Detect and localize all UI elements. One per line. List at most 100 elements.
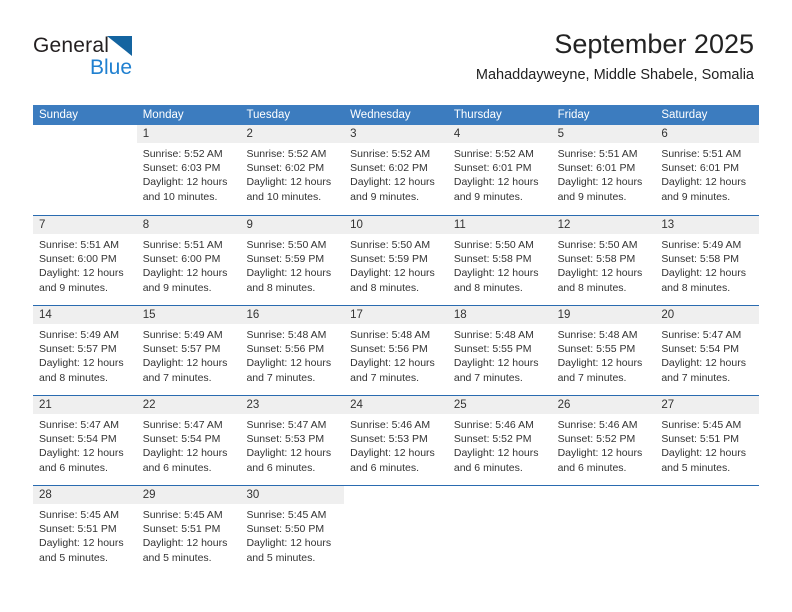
calendar-day-cell[interactable]: 15 Sunrise: 5:49 AM Sunset: 5:57 PM Dayligh… [136, 306, 241, 395]
calendar-day-cell[interactable]: 16 Sunrise: 5:48 AM Sunset: 5:56 PM Dayligh… [240, 306, 345, 395]
sunrise-text: Sunrise: 5:48 AM [246, 329, 327, 341]
calendar-week-row: 21 Sunrise: 5:47 AM Sunset: 5:54 PM Dayligh… [33, 395, 760, 485]
daylight-text: Daylight: 12 hours and 8 minutes. [661, 267, 746, 294]
calendar-day-cell[interactable]: 21 Sunrise: 5:47 AM Sunset: 5:54 PM Dayligh… [33, 396, 137, 485]
sunset-text: Sunset: 5:53 PM [246, 433, 325, 446]
calendar-day-cell[interactable]: 30 Sunrise: 5:45 AM Sunset: 5:50 PM Dayligh… [240, 486, 345, 575]
daylight-text: Daylight: 12 hours and 7 minutes. [350, 357, 435, 384]
daylight-text: Daylight: 12 hours and 6 minutes. [350, 447, 435, 474]
day-number: 2 [240, 125, 345, 143]
day-details: Sunrise: 5:48 AM Sunset: 5:56 PM Daylight:… [240, 324, 344, 385]
sunset-text: Sunset: 5:52 PM [453, 433, 532, 446]
sunset-text: Sunset: 5:57 PM [142, 343, 221, 356]
calendar-day-cell[interactable]: 22 Sunrise: 5:47 AM Sunset: 5:54 PM Dayligh… [136, 396, 241, 485]
weekday-header-saturday: Saturday [661, 109, 708, 121]
calendar-day-cell[interactable]: 9 Sunrise: 5:50 AM Sunset: 5:59 PM Daylight… [240, 216, 345, 305]
day-number: 8 [136, 216, 241, 234]
sunrise-text: Sunrise: 5:47 AM [246, 419, 327, 431]
sunset-text: Sunset: 5:55 PM [557, 343, 636, 356]
day-number: 5 [551, 125, 656, 143]
daylight-text: Daylight: 12 hours and 8 minutes. [39, 357, 124, 384]
weekday-header-friday: Friday [557, 109, 590, 121]
daylight-text: Daylight: 12 hours and 7 minutes. [557, 357, 643, 384]
calendar-day-cell[interactable]: 25 Sunrise: 5:46 AM Sunset: 5:52 PM Dayligh… [447, 396, 552, 485]
sunrise-text: Sunrise: 5:50 AM [453, 239, 534, 251]
brand-logo[interactable]: General Blue [33, 34, 213, 80]
sunrise-text: Sunrise: 5:50 AM [557, 239, 638, 251]
calendar-day-cell[interactable]: 8 Sunrise: 5:51 AM Sunset: 6:00 PM Daylight… [136, 216, 241, 305]
triangle-logo-icon [107, 36, 132, 56]
day-details: Sunrise: 5:49 AM Sunset: 5:57 PM Daylight:… [137, 324, 241, 385]
calendar-day-cell[interactable]: 26 Sunrise: 5:46 AM Sunset: 5:52 PM Dayligh… [551, 396, 656, 485]
sunset-text: Sunset: 6:01 PM [453, 162, 532, 175]
day-details: Sunrise: 5:46 AM Sunset: 5:52 PM Daylight:… [552, 414, 656, 475]
calendar-day-cell[interactable]: 18 Sunrise: 5:48 AM Sunset: 5:55 PM Dayligh… [447, 306, 552, 395]
calendar-day-cell[interactable]: 11 Sunrise: 5:50 AM Sunset: 5:58 PM Dayligh… [447, 216, 552, 305]
calendar-day-cell[interactable]: 7 Sunrise: 5:51 AM Sunset: 6:00 PM Daylight… [33, 216, 137, 305]
day-details: Sunrise: 5:48 AM Sunset: 5:55 PM Daylight:… [448, 324, 552, 385]
calendar-day-cell[interactable]: 29 Sunrise: 5:45 AM Sunset: 5:51 PM Dayligh… [136, 486, 241, 575]
day-details: Sunrise: 5:46 AM Sunset: 5:53 PM Daylight:… [344, 414, 448, 475]
calendar-day-cell[interactable]: 2 Sunrise: 5:52 AM Sunset: 6:02 PM Daylight… [240, 125, 345, 215]
calendar-week-row: 28 Sunrise: 5:45 AM Sunset: 5:51 PM Dayligh… [33, 485, 760, 575]
daylight-text: Daylight: 12 hours and 7 minutes. [453, 357, 539, 384]
weekday-header-wednesday: Wednesday [350, 109, 411, 121]
calendar-day-cell[interactable]: 13 Sunrise: 5:49 AM Sunset: 5:58 PM Dayligh… [655, 216, 760, 305]
calendar-day-cell[interactable]: 1 Sunrise: 5:52 AM Sunset: 6:03 PM Daylight… [136, 125, 241, 215]
day-number: 24 [344, 396, 448, 414]
calendar-day-cell[interactable]: 14 Sunrise: 5:49 AM Sunset: 5:57 PM Dayligh… [33, 306, 137, 395]
calendar-day-cell[interactable]: 10 Sunrise: 5:50 AM Sunset: 5:59 PM Dayligh… [344, 216, 448, 305]
day-number: 11 [447, 216, 552, 234]
calendar-day-cell[interactable]: 19 Sunrise: 5:48 AM Sunset: 5:55 PM Dayligh… [551, 306, 656, 395]
sunrise-text: Sunrise: 5:51 AM [557, 148, 638, 160]
sunrise-text: Sunrise: 5:51 AM [39, 239, 119, 251]
daylight-text: Daylight: 12 hours and 10 minutes. [142, 176, 228, 203]
sunset-text: Sunset: 5:59 PM [350, 253, 428, 266]
day-number: 18 [447, 306, 552, 324]
sunrise-text: Sunrise: 5:47 AM [142, 419, 223, 431]
sunrise-text: Sunrise: 5:45 AM [246, 509, 327, 521]
location-subtitle: Mahaddayweyne, Middle Shabele, Somalia [475, 67, 754, 83]
sunrise-text: Sunrise: 5:45 AM [142, 509, 223, 521]
calendar-day-cell[interactable]: 5 Sunrise: 5:51 AM Sunset: 6:01 PM Daylight… [551, 125, 656, 215]
sunrise-text: Sunrise: 5:49 AM [142, 329, 223, 341]
day-number: 20 [655, 306, 760, 324]
day-number [33, 125, 137, 143]
daylight-text: Daylight: 12 hours and 7 minutes. [661, 357, 746, 384]
calendar-day-cell[interactable]: 28 Sunrise: 5:45 AM Sunset: 5:51 PM Dayligh… [33, 486, 137, 575]
calendar-day-cell[interactable]: 20 Sunrise: 5:47 AM Sunset: 5:54 PM Dayligh… [655, 306, 760, 395]
calendar-day-cell[interactable]: 23 Sunrise: 5:47 AM Sunset: 5:53 PM Dayligh… [240, 396, 345, 485]
daylight-text: Daylight: 12 hours and 7 minutes. [142, 357, 228, 384]
calendar-day-cell[interactable]: 27 Sunrise: 5:45 AM Sunset: 5:51 PM Dayligh… [655, 396, 760, 485]
day-details: Sunrise: 5:47 AM Sunset: 5:54 PM Daylight:… [655, 324, 759, 385]
day-number: 22 [136, 396, 241, 414]
weekday-header-sunday: Sunday [39, 109, 79, 121]
day-details: Sunrise: 5:50 AM Sunset: 5:59 PM Daylight:… [344, 234, 448, 295]
calendar-day-cell[interactable]: 17 Sunrise: 5:48 AM Sunset: 5:56 PM Dayligh… [344, 306, 448, 395]
daylight-text: Daylight: 12 hours and 5 minutes. [246, 537, 332, 564]
calendar-day-cell[interactable]: 12 Sunrise: 5:50 AM Sunset: 5:58 PM Dayligh… [551, 216, 656, 305]
sunset-text: Sunset: 6:02 PM [350, 162, 428, 175]
sunrise-text: Sunrise: 5:51 AM [661, 148, 742, 160]
sunrise-text: Sunrise: 5:48 AM [453, 329, 534, 341]
calendar-day-cell[interactable]: 4 Sunrise: 5:52 AM Sunset: 6:01 PM Daylight… [447, 125, 552, 215]
calendar-week-row: 7 Sunrise: 5:51 AM Sunset: 6:00 PM Daylight… [33, 215, 760, 305]
sunrise-text: Sunrise: 5:47 AM [661, 329, 742, 341]
day-details: Sunrise: 5:45 AM Sunset: 5:51 PM Daylight:… [33, 504, 137, 565]
day-details: Sunrise: 5:48 AM Sunset: 5:55 PM Daylight:… [552, 324, 656, 385]
sunset-text: Sunset: 5:57 PM [39, 343, 117, 356]
calendar-day-cell[interactable]: 6 Sunrise: 5:51 AM Sunset: 6:01 PM Daylight… [655, 125, 760, 215]
sunrise-text: Sunrise: 5:47 AM [39, 419, 119, 431]
weekday-header-monday: Monday [142, 109, 184, 121]
calendar-day-cell[interactable]: 3 Sunrise: 5:52 AM Sunset: 6:02 PM Daylight… [344, 125, 448, 215]
day-number [655, 486, 760, 504]
day-details: Sunrise: 5:49 AM Sunset: 5:58 PM Daylight:… [655, 234, 759, 295]
sunrise-text: Sunrise: 5:45 AM [661, 419, 742, 431]
calendar-day-cell[interactable]: 24 Sunrise: 5:46 AM Sunset: 5:53 PM Dayligh… [344, 396, 448, 485]
day-number: 12 [551, 216, 656, 234]
day-number: 13 [655, 216, 760, 234]
day-number: 7 [33, 216, 137, 234]
day-details: Sunrise: 5:50 AM Sunset: 5:58 PM Daylight:… [552, 234, 656, 295]
day-number: 3 [344, 125, 448, 143]
daylight-text: Daylight: 12 hours and 6 minutes. [39, 447, 124, 474]
